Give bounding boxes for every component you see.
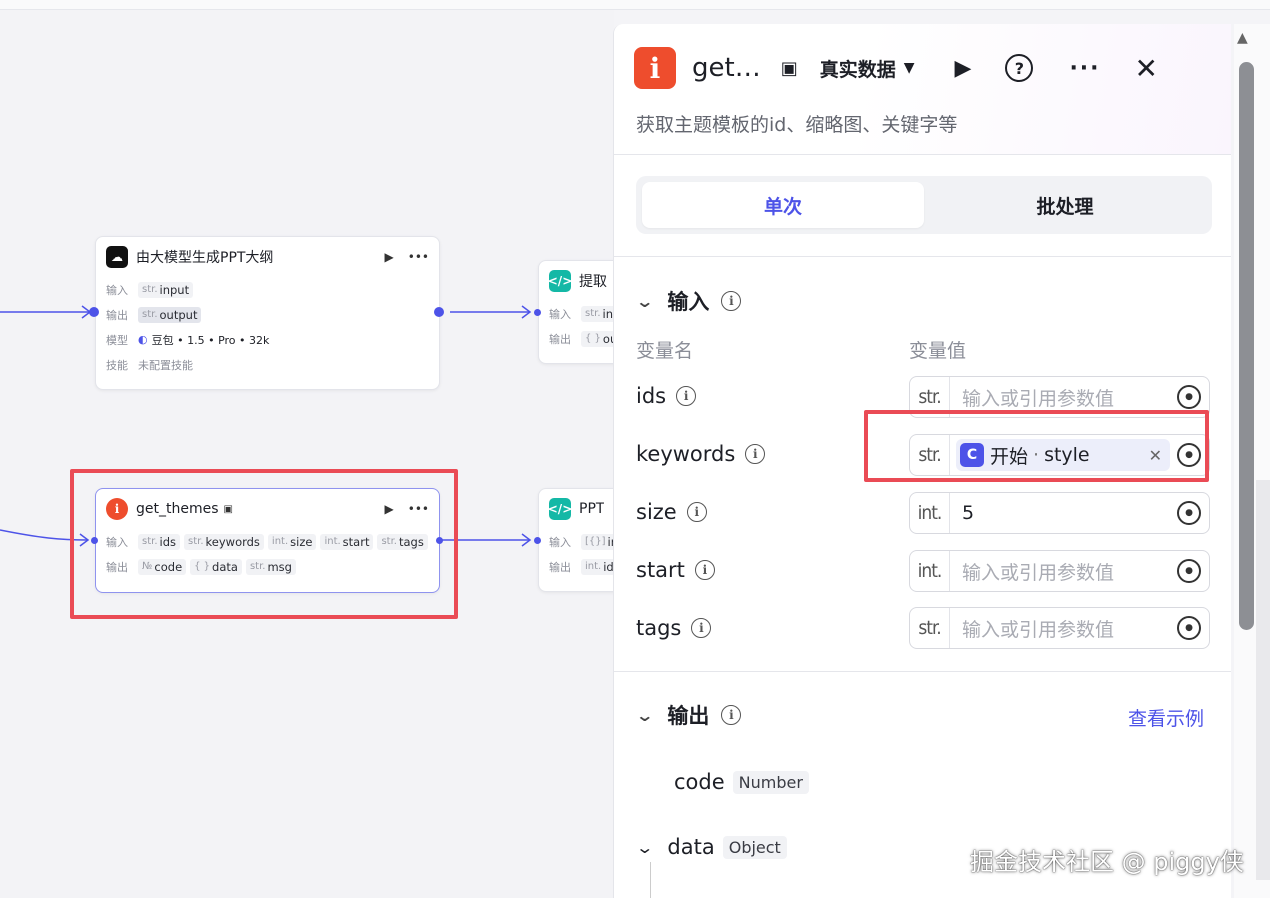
row-label: 输出 — [549, 560, 571, 574]
model-text: 豆包 • 1.5 • Pro • 32k — [151, 333, 270, 347]
param-name-keywords: keywords i — [636, 442, 766, 466]
param-name-start: start i — [636, 558, 715, 582]
data-mode-label: 真实数据 — [819, 58, 896, 81]
skill-text: 未配置技能 — [138, 358, 193, 372]
type-badge: Object — [722, 835, 787, 859]
node-title: PPT — [579, 501, 605, 517]
column-header-name: 变量名 — [636, 340, 694, 362]
info-icon[interactable]: i — [676, 386, 697, 406]
connection-wires — [0, 305, 532, 547]
info-icon[interactable]: i — [745, 444, 766, 464]
row-label: 输出 — [106, 308, 128, 322]
llm-icon: ☁ — [106, 246, 128, 268]
tab-single[interactable]: 单次 — [642, 182, 924, 228]
type-badge: int. — [910, 551, 950, 591]
type-badge: str. — [910, 608, 950, 648]
type-badge: Number — [732, 770, 809, 794]
scroll-up-icon[interactable]: ▲ — [1237, 30, 1248, 46]
plugin-logo-icon: i — [634, 47, 676, 89]
tags-input[interactable]: 输入或引用参数值 — [950, 615, 1177, 642]
chevron-down-icon: ⌄ — [635, 705, 655, 725]
data-mode-select[interactable]: 真实数据 ▼ — [820, 55, 915, 82]
reference-variable-icon[interactable]: ● — [1177, 501, 1201, 525]
size-input[interactable]: 5 — [950, 502, 1177, 524]
top-bar — [0, 0, 1270, 10]
view-example-link[interactable]: 查看示例 — [1128, 704, 1204, 731]
param-tag: { } ou — [581, 330, 614, 347]
scroll-thumb[interactable] — [1239, 62, 1254, 630]
info-icon[interactable]: i — [721, 705, 742, 725]
close-icon[interactable]: ✕ — [1135, 52, 1158, 85]
code-icon: </> — [548, 498, 572, 520]
more-icon[interactable]: ••• — [408, 250, 429, 264]
tab-batch[interactable]: 批处理 — [924, 182, 1206, 228]
param-tag: [{}]in — [581, 533, 614, 550]
type-badge: int. — [910, 493, 950, 533]
row-label: 技能 — [106, 358, 128, 372]
info-icon[interactable]: i — [691, 618, 712, 638]
reference-variable-icon[interactable]: ● — [1177, 559, 1201, 583]
input-section-header[interactable]: ⌄ 输入 i — [635, 286, 742, 316]
param-name-size: size i — [636, 500, 707, 524]
start-field[interactable]: int. 输入或引用参数值 ● — [909, 550, 1210, 592]
chevron-down-icon: ⌄ — [635, 837, 655, 857]
row-label: 模型 — [106, 333, 128, 347]
more-icon[interactable]: ··· — [1069, 56, 1100, 81]
param-name-ids: ids i — [636, 384, 697, 408]
row-label: 输入 — [549, 535, 571, 549]
code-node[interactable]: </> 提取 输入 str.inp 输出 { }ou — [538, 260, 614, 364]
page-scrollbar[interactable] — [1256, 480, 1270, 880]
row-label: 输入 — [106, 283, 128, 297]
node-title: 由大模型生成PPT大纲 — [136, 250, 274, 266]
help-icon[interactable]: ? — [1005, 54, 1034, 82]
output-section-header[interactable]: ⌄ 输出 i — [635, 700, 742, 730]
panel-title: get… — [692, 53, 761, 83]
output-item-code: code Number — [674, 770, 809, 794]
size-field[interactable]: int. 5 ● — [909, 492, 1210, 534]
info-icon[interactable]: i — [686, 502, 707, 522]
ids-input[interactable]: 输入或引用参数值 — [950, 384, 1177, 411]
node-title: 提取 — [579, 274, 607, 290]
input-port[interactable] — [534, 309, 541, 316]
output-port[interactable] — [434, 307, 444, 317]
highlight-box — [864, 410, 1209, 482]
chevron-down-icon: ⌄ — [635, 291, 655, 311]
run-mode-tabs: 单次 批处理 — [636, 176, 1212, 234]
row-label: 输入 — [549, 307, 571, 321]
param-tag: str. input — [138, 281, 194, 298]
workflow-canvas[interactable]: ☁ 由大模型生成PPT大纲 ▶ ••• 输入 str. input 输出 str.… — [0, 10, 614, 898]
tags-field[interactable]: str. 输入或引用参数值 ● — [909, 607, 1210, 649]
watermark: 掘金技术社区 @ piggy侠 — [970, 848, 1244, 876]
caret-down-icon: ▼ — [903, 60, 915, 76]
input-port[interactable] — [89, 307, 99, 317]
param-tag: int. id — [581, 558, 614, 575]
run-icon[interactable]: ▶ — [385, 250, 394, 264]
start-input[interactable]: 输入或引用参数值 — [950, 558, 1177, 585]
run-button[interactable]: ▶ — [955, 56, 972, 81]
param-name-tags: tags i — [636, 616, 712, 640]
panel-description: 获取主题模板的id、缩略图、关键字等 — [636, 114, 958, 136]
output-item-data[interactable]: ⌄ data Object — [635, 835, 787, 859]
column-header-value: 变量值 — [909, 340, 967, 362]
store-icon: ▣ — [780, 57, 798, 79]
info-icon[interactable]: i — [694, 560, 715, 580]
code-icon: </> — [548, 270, 572, 292]
highlight-box — [70, 469, 458, 619]
model-icon: ◐ — [138, 333, 148, 346]
ppt-code-node[interactable]: </> PPT 输入 [{}]in 输出 int.id — [538, 488, 614, 592]
param-tag: str.inp — [581, 305, 614, 322]
input-port[interactable] — [534, 537, 541, 544]
llm-node[interactable]: ☁ 由大模型生成PPT大纲 ▶ ••• 输入 str. input 输出 str.… — [95, 236, 440, 390]
row-label: 输出 — [549, 332, 571, 346]
reference-variable-icon[interactable]: ● — [1177, 385, 1201, 409]
info-icon[interactable]: i — [721, 291, 742, 311]
reference-variable-icon[interactable]: ● — [1177, 616, 1201, 640]
param-tag: str. output — [138, 306, 202, 323]
